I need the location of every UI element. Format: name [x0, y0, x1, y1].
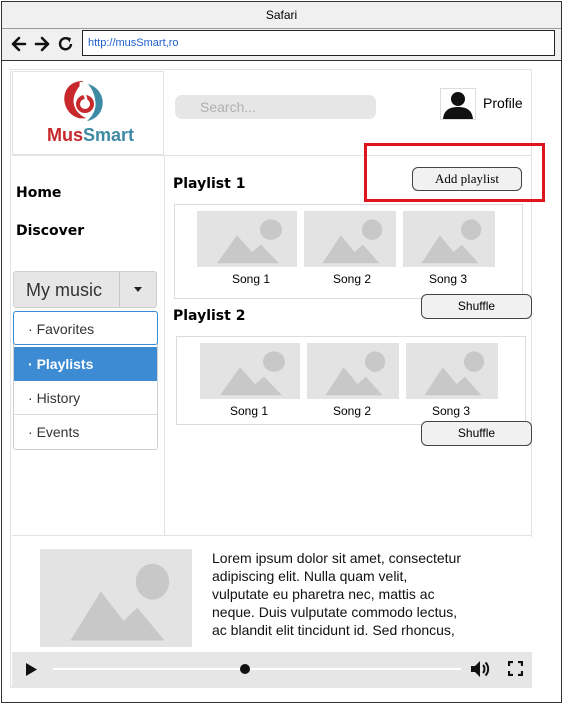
image-placeholder-icon [220, 351, 285, 396]
browser-toolbar: http://musSmart,ro [2, 29, 561, 61]
caret-down-icon[interactable] [134, 287, 142, 292]
logo[interactable]: MusSmart [12, 71, 164, 155]
shuffle-button[interactable]: Shuffle [421, 294, 532, 319]
image-placeholder-icon [70, 563, 170, 641]
song-title: Song 2 [332, 272, 372, 286]
my-music-dropdown[interactable]: My music [13, 271, 157, 308]
menu-item-playlists[interactable]: · Playlists [14, 347, 157, 381]
volume-icon[interactable] [470, 659, 490, 679]
content-divider [12, 535, 532, 536]
profile-link[interactable]: Profile [483, 95, 523, 111]
song-thumbnail[interactable] [304, 211, 396, 267]
menu-item-favorites[interactable]: · Favorites [13, 311, 158, 345]
highlight-box [364, 143, 545, 202]
music-note-logo-icon [64, 81, 103, 121]
nav-home[interactable]: Home [16, 185, 61, 201]
description-line: adipiscing elit. Nulla quam velit, [212, 568, 408, 584]
reload-icon[interactable] [56, 33, 76, 55]
song-title: Song 1 [231, 272, 271, 286]
image-placeholder-icon [325, 351, 386, 396]
song-thumbnail[interactable] [406, 343, 498, 399]
image-placeholder-icon [322, 219, 383, 264]
player-controls [12, 652, 532, 688]
menu-item-history[interactable]: · History [14, 381, 157, 415]
song-thumbnail[interactable] [403, 211, 495, 267]
window-title: Safari [2, 2, 561, 29]
image-placeholder-icon [421, 219, 482, 264]
seek-handle[interactable] [239, 664, 250, 674]
logo-wordmark: MusSmart [47, 125, 135, 145]
song-thumbnail[interactable] [307, 343, 399, 399]
forward-arrow-icon[interactable] [32, 33, 52, 55]
playlist-2-title: Playlist 2 [173, 308, 246, 324]
description-line: vulputate eu pharetra nec, mattis ac [212, 586, 435, 602]
shuffle-button[interactable]: Shuffle [421, 421, 532, 446]
nav-discover[interactable]: Discover [16, 223, 84, 239]
track-description: Lorem ipsum dolor sit amet, consectetur … [212, 549, 474, 639]
image-placeholder-icon [217, 219, 282, 264]
back-arrow-icon[interactable] [9, 33, 29, 55]
my-music-label: My music [26, 280, 102, 300]
playlist-1-title: Playlist 1 [173, 176, 246, 192]
url-bar[interactable]: http://musSmart,ro [82, 30, 555, 56]
image-placeholder-icon [424, 351, 485, 396]
sidebar-divider [164, 155, 165, 535]
user-avatar-icon[interactable] [440, 88, 476, 120]
description-line: neque. Duis vulputate commodo lectus, [212, 604, 458, 620]
description-line: ac blandit elit tincidunt id. Sed rhoncu… [212, 622, 455, 638]
song-thumbnail[interactable] [197, 211, 297, 267]
song-title: Song 1 [229, 404, 269, 418]
song-title: Song 3 [428, 272, 468, 286]
song-thumbnail[interactable] [200, 343, 300, 399]
description-line: Lorem ipsum dolor sit amet, consectetur [212, 550, 461, 566]
seek-bar[interactable] [53, 668, 461, 670]
dropdown-separator [119, 272, 120, 307]
play-icon[interactable] [25, 662, 38, 677]
search-input[interactable]: Search... [175, 95, 376, 119]
song-title: Song 2 [332, 404, 372, 418]
song-title: Song 3 [431, 404, 471, 418]
fullscreen-icon[interactable] [508, 661, 523, 676]
now-playing-artwork [40, 549, 192, 647]
my-music-menu: · Favorites · Playlists · History · Even… [13, 311, 158, 450]
menu-item-events[interactable]: · Events [14, 415, 157, 449]
